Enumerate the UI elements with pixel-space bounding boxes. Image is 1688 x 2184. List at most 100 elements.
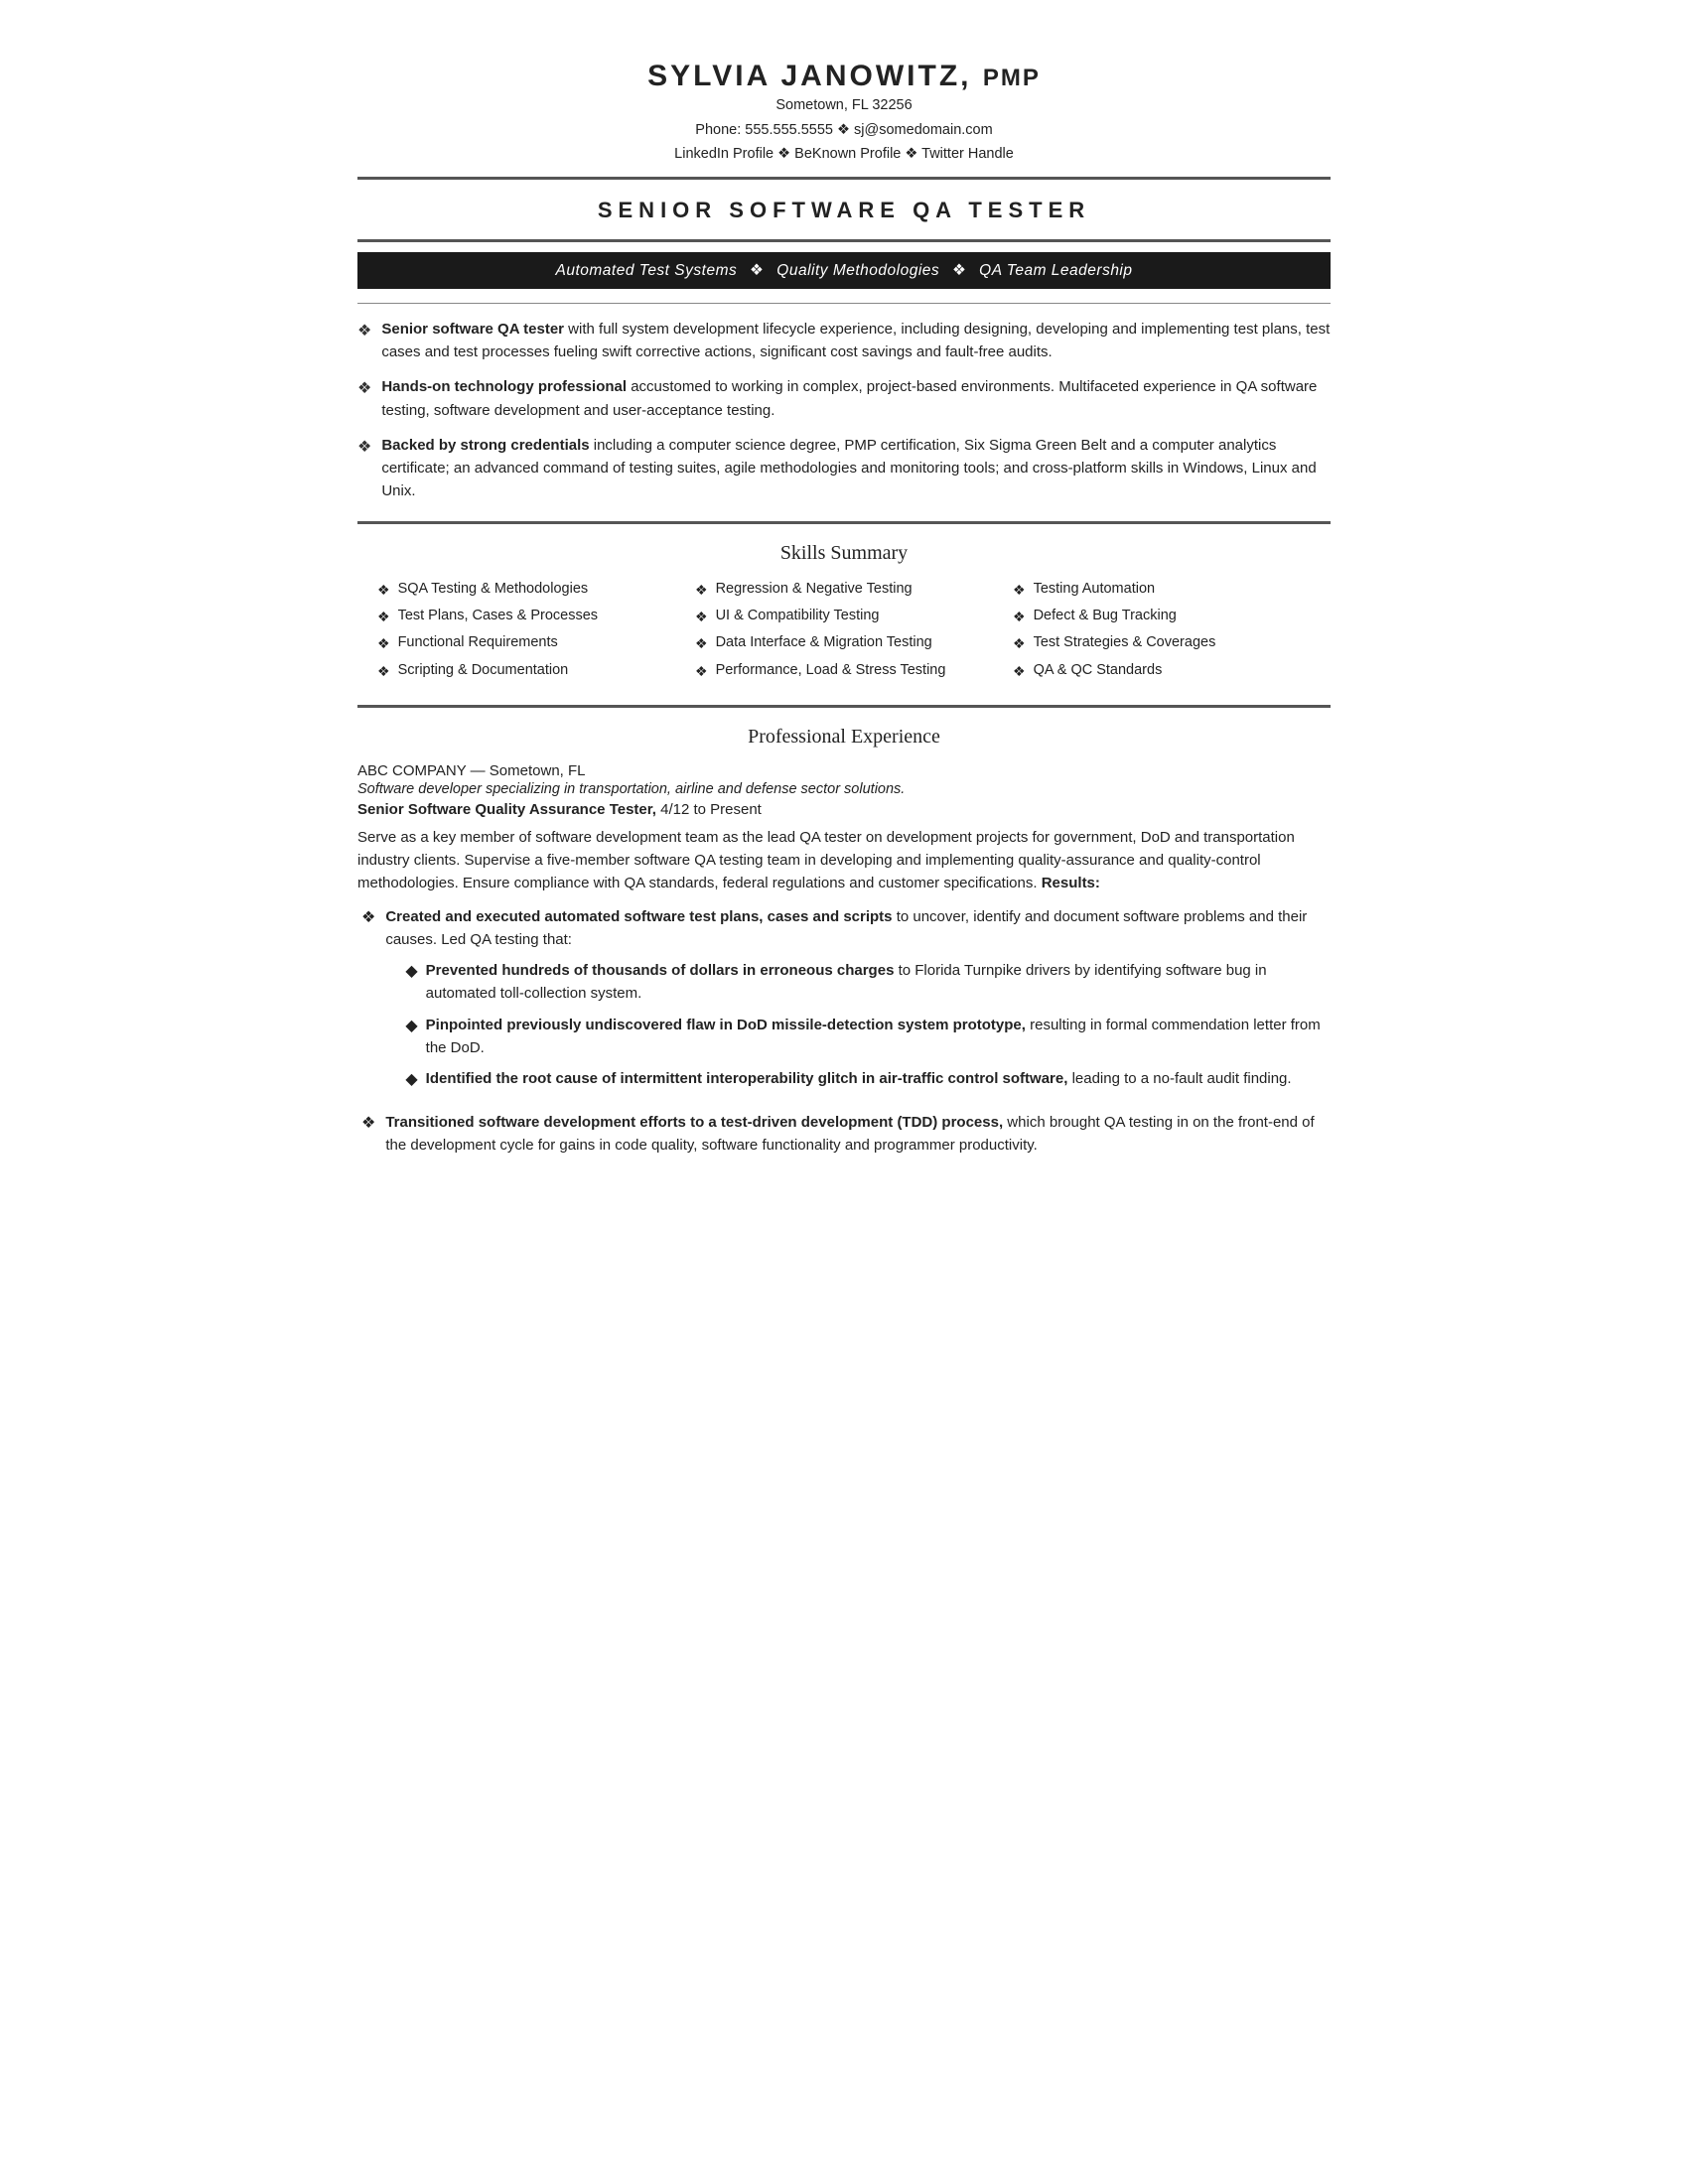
skill-item: ❖ SQA Testing & Methodologies (377, 579, 675, 600)
summary-section: ❖ Senior software QA tester with full sy… (357, 318, 1331, 503)
skill-diamond-icon: ❖ (377, 633, 390, 653)
header-section: SYLVIA JANOWITZ, PMP Sometown, FL 32256 … (357, 60, 1331, 167)
sub-bullets-1: ◆ Prevented hundreds of thousands of dol… (405, 959, 1331, 1093)
sub-bullet-dot-icon: ◆ (405, 1068, 417, 1093)
skill-text: Scripting & Documentation (398, 660, 569, 681)
exp-bullet-diamond-icon: ❖ (361, 1112, 375, 1137)
skill-diamond-icon: ❖ (1013, 580, 1026, 600)
skills-title: Skills Summary (357, 534, 1331, 569)
sub-bullet-dot-icon: ◆ (405, 1015, 417, 1039)
description-text: Serve as a key member of software develo… (357, 829, 1295, 892)
summary-bullet-3: ❖ Backed by strong credentials including… (357, 434, 1331, 503)
skill-item: ❖ Test Strategies & Coverages (1013, 632, 1311, 653)
experience-bullets: ❖ Created and executed automated softwar… (361, 905, 1331, 1158)
tagline-text: Software developer specializing in trans… (357, 781, 905, 797)
skill-diamond-icon: ❖ (695, 633, 708, 653)
role-date: 4/12 to Present (656, 801, 762, 818)
banner-text2: Quality Methodologies (776, 262, 939, 279)
banner-text3: QA Team Leadership (979, 262, 1132, 279)
skill-item: ❖ Defect & Bug Tracking (1013, 606, 1311, 626)
skill-text: Data Interface & Migration Testing (716, 632, 932, 653)
skill-text: Functional Requirements (398, 632, 558, 653)
company-tagline: Software developer specializing in trans… (357, 781, 1331, 797)
skill-item: ❖ Regression & Negative Testing (695, 579, 993, 600)
credential-text: PMP (983, 65, 1041, 91)
phone: Phone: 555.555.5555 (695, 122, 833, 138)
exp-bullet-2: ❖ Transitioned software development effo… (361, 1111, 1331, 1158)
skills-col-2: ❖ Regression & Negative Testing ❖ UI & C… (695, 579, 993, 681)
skill-diamond-icon: ❖ (1013, 633, 1026, 653)
exp-bullet-bold-2: Transitioned software development effort… (385, 1114, 1003, 1131)
diamond-icon: ❖ (837, 122, 850, 138)
banner-diamond1: ❖ (750, 262, 764, 279)
exp-bullet-1: ❖ Created and executed automated softwar… (361, 905, 1331, 1101)
skill-diamond-icon: ❖ (1013, 607, 1026, 626)
skill-item: ❖ Test Plans, Cases & Processes (377, 606, 675, 626)
social-links: LinkedIn Profile ❖ BeKnown Profile ❖ Twi… (357, 142, 1331, 167)
sub-bullet-1a: ◆ Prevented hundreds of thousands of dol… (405, 959, 1331, 1006)
sub-bullet-dot-icon: ◆ (405, 960, 417, 985)
experience-title: Professional Experience (357, 718, 1331, 752)
skill-text: Test Plans, Cases & Processes (398, 606, 598, 626)
skill-diamond-icon: ❖ (1013, 661, 1026, 681)
skill-item: ❖ Data Interface & Migration Testing (695, 632, 993, 653)
skill-item: ❖ Performance, Load & Stress Testing (695, 660, 993, 681)
job-description: Serve as a key member of software develo… (357, 826, 1331, 895)
summary-text-2: Hands-on technology professional accusto… (381, 375, 1331, 422)
job-role-line: Senior Software Quality Assurance Tester… (357, 801, 1331, 818)
skill-item: ❖ Functional Requirements (377, 632, 675, 653)
skills-section: Skills Summary ❖ SQA Testing & Methodolo… (357, 534, 1331, 695)
job-title: SENIOR SOFTWARE QA TESTER (357, 190, 1331, 229)
skill-diamond-icon: ❖ (377, 580, 390, 600)
sub-bullet-text-1b: Pinpointed previously undiscovered flaw … (426, 1014, 1331, 1060)
skill-diamond-icon: ❖ (695, 580, 708, 600)
skill-text: QA & QC Standards (1034, 660, 1163, 681)
skill-diamond-icon: ❖ (695, 661, 708, 681)
summary-bullet-1: ❖ Senior software QA tester with full sy… (357, 318, 1331, 364)
skill-diamond-icon: ❖ (695, 607, 708, 626)
skill-diamond-icon: ❖ (377, 607, 390, 626)
exp-bullet-content-2: Transitioned software development effort… (385, 1111, 1331, 1158)
role-bold: Senior Software Quality Assurance Tester… (357, 801, 656, 818)
skills-col-1: ❖ SQA Testing & Methodologies ❖ Test Pla… (377, 579, 675, 681)
divider-after-banner (357, 303, 1331, 304)
summary-text-1: Senior software QA tester with full syst… (381, 318, 1331, 364)
contact-line: Phone: 555.555.5555 ❖ sj@somedomain.com (357, 118, 1331, 143)
exp-bullet-diamond-icon: ❖ (361, 906, 375, 931)
divider-experience (357, 705, 1331, 708)
sub-bullet-text-1a: Prevented hundreds of thousands of dolla… (426, 959, 1331, 1006)
banner-diamond2: ❖ (952, 262, 966, 279)
summary-text-3: Backed by strong credentials including a… (381, 434, 1331, 503)
exp-bullet-content-1: Created and executed automated software … (385, 905, 1331, 1101)
summary-bullet-2: ❖ Hands-on technology professional accus… (357, 375, 1331, 422)
skill-text: SQA Testing & Methodologies (398, 579, 589, 600)
skill-text: Performance, Load & Stress Testing (716, 660, 946, 681)
skill-text: Regression & Negative Testing (716, 579, 913, 600)
company-name: ABC COMPANY — Sometown, FL (357, 762, 1331, 779)
skill-item: ❖ Scripting & Documentation (377, 660, 675, 681)
resume-page: SYLVIA JANOWITZ, PMP Sometown, FL 32256 … (357, 60, 1331, 2124)
skill-item: ❖ Testing Automation (1013, 579, 1311, 600)
divider-skills (357, 521, 1331, 524)
skill-text: Test Strategies & Coverages (1034, 632, 1216, 653)
sub-bullet-1b: ◆ Pinpointed previously undiscovered fla… (405, 1014, 1331, 1060)
skill-text: Defect & Bug Tracking (1034, 606, 1177, 626)
specialties-banner: Automated Test Systems ❖ Quality Methodo… (357, 252, 1331, 289)
skills-col-3: ❖ Testing Automation ❖ Defect & Bug Trac… (1013, 579, 1311, 681)
divider-below-title (357, 239, 1331, 242)
skill-text: Testing Automation (1034, 579, 1156, 600)
skills-grid: ❖ SQA Testing & Methodologies ❖ Test Pla… (357, 569, 1331, 695)
divider-top (357, 177, 1331, 180)
header-info: Sometown, FL 32256 Phone: 555.555.5555 ❖… (357, 93, 1331, 167)
exp-bullet-bold-1: Created and executed automated software … (385, 908, 892, 925)
bullet-diamond-icon: ❖ (357, 377, 371, 402)
skill-item: ❖ QA & QC Standards (1013, 660, 1311, 681)
bullet-diamond-icon: ❖ (357, 320, 371, 344)
results-label: Results: (1042, 875, 1100, 891)
address-line: Sometown, FL 32256 (357, 93, 1331, 118)
name-text: SYLVIA JANOWITZ, (647, 60, 971, 92)
skill-text: UI & Compatibility Testing (716, 606, 880, 626)
banner-text1: Automated Test Systems (556, 262, 738, 279)
skill-diamond-icon: ❖ (377, 661, 390, 681)
sub-bullet-1c: ◆ Identified the root cause of intermitt… (405, 1067, 1331, 1093)
